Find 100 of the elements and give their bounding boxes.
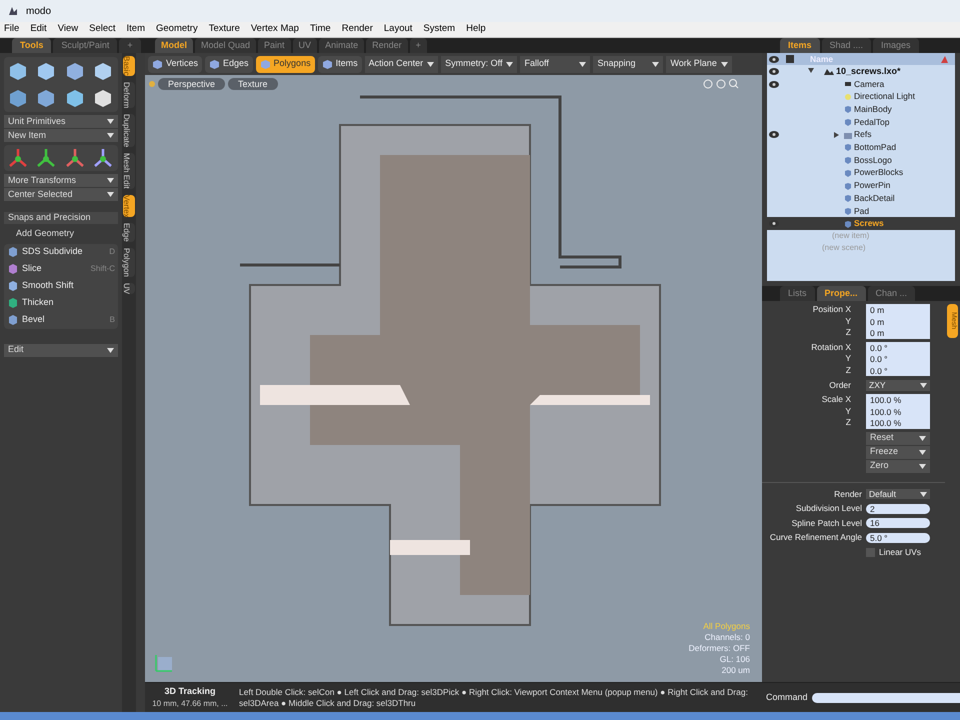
value-field[interactable]: 100.0 % bbox=[866, 394, 930, 406]
dropdown[interactable]: Zero bbox=[866, 460, 930, 472]
vertical-tab[interactable]: Vertex bbox=[123, 194, 135, 218]
toolbar-dropdown[interactable]: Action Center bbox=[364, 56, 438, 72]
tab[interactable]: Sculpt/Paint bbox=[53, 38, 118, 53]
expand-arrow-icon[interactable] bbox=[808, 68, 814, 74]
menu-item[interactable]: View bbox=[58, 22, 78, 37]
tree-item[interactable]: Pad bbox=[854, 204, 870, 218]
value-field[interactable]: 16 bbox=[866, 518, 930, 528]
menu-item[interactable]: File bbox=[4, 22, 20, 37]
tab[interactable]: + bbox=[410, 38, 427, 53]
tree-item[interactable]: MainBody bbox=[854, 103, 892, 116]
expand-arrow-icon[interactable] bbox=[834, 132, 838, 138]
selection-mode-button[interactable]: Polygons bbox=[256, 56, 315, 72]
vertical-tab[interactable]: Mesh Edit bbox=[123, 153, 135, 189]
tab[interactable]: Animate bbox=[319, 38, 364, 53]
section-header[interactable]: Snaps and Precision bbox=[4, 212, 118, 224]
tab[interactable]: Tools bbox=[12, 38, 52, 53]
eye-icon[interactable] bbox=[768, 80, 778, 88]
value-field[interactable]: 0.0 ° bbox=[866, 342, 930, 353]
menu-item[interactable]: Layout bbox=[384, 22, 412, 37]
tree-item[interactable]: BottomPad bbox=[854, 141, 896, 154]
value-field[interactable]: 0 m bbox=[866, 316, 930, 327]
tree-item[interactable]: Camera bbox=[854, 78, 884, 90]
tab[interactable]: Shad .... bbox=[822, 38, 872, 53]
tab[interactable]: Chan ... bbox=[868, 286, 916, 301]
vertical-tab[interactable]: Deform bbox=[123, 82, 135, 108]
menu-item[interactable]: Item bbox=[126, 22, 145, 37]
vertical-tab[interactable]: Edge bbox=[123, 223, 135, 242]
tab[interactable]: UV bbox=[292, 38, 318, 53]
tool-button[interactable]: Bevel B bbox=[4, 312, 118, 328]
value-field[interactable]: 5.0 ° bbox=[866, 532, 930, 543]
tree-item[interactable]: PowerPin bbox=[854, 179, 890, 192]
menu-item[interactable]: Help bbox=[466, 22, 486, 37]
tree-item[interactable]: Screws bbox=[854, 217, 884, 230]
tool-button[interactable]: Smooth Shift bbox=[4, 278, 118, 294]
selection-mode-button[interactable]: Vertices bbox=[148, 56, 202, 72]
selection-mode-button[interactable]: Edges bbox=[205, 56, 253, 72]
tree-item[interactable]: BackDetail bbox=[854, 192, 895, 205]
toolbar-dropdown[interactable]: Falloff bbox=[520, 56, 590, 72]
menu-item[interactable]: Select bbox=[89, 22, 116, 37]
dropdown[interactable]: Center Selected bbox=[4, 188, 118, 201]
dropdown[interactable]: ZXY bbox=[866, 380, 930, 390]
value-field[interactable]: 0.0 ° bbox=[866, 364, 930, 376]
tab[interactable]: Prope... bbox=[816, 286, 866, 301]
menu-item[interactable]: Texture bbox=[208, 22, 240, 37]
vertical-tab[interactable]: Polygon bbox=[123, 248, 135, 278]
dropdown[interactable]: Reset bbox=[866, 432, 930, 444]
tab[interactable]: + bbox=[119, 38, 141, 53]
dropdown[interactable]: New Item bbox=[4, 129, 118, 142]
value-field[interactable]: 100.0 % bbox=[866, 406, 930, 417]
menu-item[interactable]: Render bbox=[342, 22, 373, 37]
transform-icon-grid[interactable] bbox=[4, 145, 118, 171]
selection-mode-button[interactable]: Items bbox=[318, 56, 362, 72]
dropdown[interactable]: Edit bbox=[4, 344, 118, 356]
tree-item[interactable]: Directional Light bbox=[854, 90, 915, 104]
menu-item[interactable]: Geometry bbox=[156, 22, 198, 37]
menu-item[interactable]: Time bbox=[310, 22, 331, 37]
tab[interactable]: Model Quad bbox=[195, 38, 256, 53]
tree-item[interactable]: PedalTop bbox=[854, 116, 890, 128]
tab[interactable]: Model bbox=[155, 38, 193, 53]
checkbox[interactable] bbox=[866, 548, 875, 557]
vertical-tab[interactable]: Duplicate bbox=[123, 114, 135, 148]
value-field[interactable]: 0 m bbox=[866, 327, 930, 338]
viewport[interactable]: Perspective Texture All Polygons Channels: 0 Deformers: OFF GL: 106 200 um bbox=[145, 75, 762, 682]
scene-name[interactable]: 10_screws.lxo* bbox=[836, 64, 901, 78]
dropdown[interactable]: Default bbox=[866, 489, 930, 500]
tree-item[interactable]: PowerBlocks bbox=[854, 166, 904, 180]
toolbar-dropdown[interactable]: Symmetry: Off bbox=[441, 56, 518, 72]
tool-icon-grid[interactable] bbox=[4, 57, 118, 112]
eye-icon[interactable] bbox=[768, 220, 778, 228]
vertical-tab[interactable]: UV bbox=[123, 283, 135, 294]
view-button[interactable]: Texture bbox=[228, 78, 278, 90]
value-field[interactable]: 2 bbox=[866, 504, 930, 514]
value-field[interactable]: 0 m bbox=[866, 304, 930, 316]
tree-item[interactable]: BossLogo bbox=[854, 154, 892, 167]
tool-button[interactable]: SDS Subdivide D bbox=[4, 244, 118, 260]
toolbar-dropdown[interactable]: Work Plane bbox=[666, 56, 732, 72]
view-button[interactable]: Perspective bbox=[158, 78, 226, 90]
command-field[interactable] bbox=[812, 692, 960, 702]
tool-button[interactable]: Slice Shift-C bbox=[4, 260, 118, 278]
tab[interactable]: Items bbox=[780, 38, 820, 53]
tab[interactable]: Images bbox=[873, 38, 919, 53]
tool-button[interactable]: Thicken bbox=[4, 294, 118, 312]
menu-item[interactable]: System bbox=[423, 22, 456, 37]
dropdown[interactable]: Unit Primitives bbox=[4, 115, 118, 128]
menu-item[interactable]: Vertex Map bbox=[250, 22, 299, 37]
dropdown[interactable]: Freeze bbox=[866, 446, 930, 458]
tree-item[interactable]: Refs bbox=[854, 128, 872, 142]
value-field[interactable]: 100.0 % bbox=[866, 417, 930, 428]
tab[interactable]: Render bbox=[366, 38, 408, 53]
eye-icon[interactable] bbox=[768, 56, 778, 62]
tab[interactable]: Lists bbox=[780, 286, 815, 301]
tab[interactable]: Paint bbox=[258, 38, 291, 53]
value-field[interactable]: 0.0 ° bbox=[866, 353, 930, 364]
dropdown[interactable]: More Transforms bbox=[4, 174, 118, 187]
eye-icon[interactable] bbox=[768, 131, 778, 138]
vertical-tab[interactable]: Basic bbox=[123, 56, 135, 76]
toolbar-dropdown[interactable]: Snapping bbox=[593, 56, 664, 72]
menu-item[interactable]: Edit bbox=[30, 22, 47, 37]
